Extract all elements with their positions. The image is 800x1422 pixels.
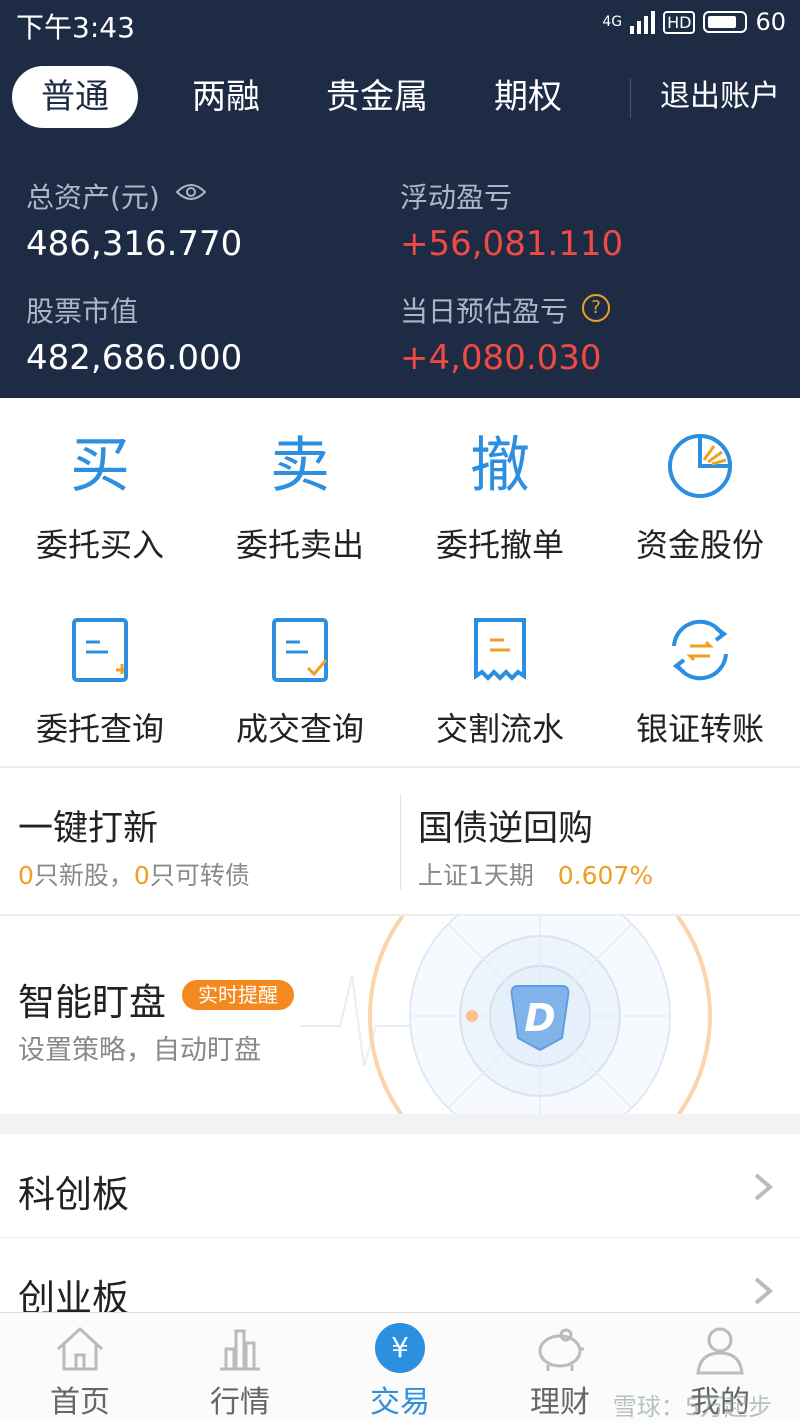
receipt-icon bbox=[474, 618, 526, 681]
battery-icon bbox=[703, 11, 748, 33]
transfer-icon bbox=[672, 619, 728, 681]
chevron-right-icon bbox=[754, 1173, 774, 1201]
nav-market[interactable]: 行情 bbox=[160, 1313, 320, 1422]
cancel-order-label: 委托撤单 bbox=[435, 526, 564, 564]
buy-entry[interactable]: 买 委托买入 bbox=[0, 398, 200, 582]
eye-icon[interactable] bbox=[176, 182, 206, 202]
funds-holdings-entry[interactable]: 资金股份 bbox=[600, 398, 800, 582]
pie-chart-icon bbox=[668, 433, 733, 498]
piggy-bank-icon bbox=[538, 1328, 584, 1371]
nav-trade-label: 交易 bbox=[370, 1385, 430, 1420]
floating-pl-value: +56,081.110 bbox=[400, 224, 624, 264]
sell-entry[interactable]: 卖 委托卖出 bbox=[200, 398, 400, 582]
signal-icon bbox=[630, 10, 656, 34]
order-query-label: 委托查询 bbox=[35, 710, 164, 748]
star-market-row[interactable]: 科创板 bbox=[0, 1134, 800, 1238]
status-bar: 下午3:43 4G HD 60 bbox=[0, 0, 800, 46]
reverse-repo-card[interactable]: 国债逆回购 上证1天期 0.607% bbox=[400, 768, 800, 916]
stock-value-value: 482,686.000 bbox=[26, 338, 243, 378]
nav-market-label: 行情 bbox=[210, 1385, 270, 1420]
buy-icon: 买 bbox=[70, 431, 130, 501]
account-type-tabs: 普通 两融 贵金属 期权 退出账户 bbox=[0, 66, 800, 128]
deal-query-entry[interactable]: 成交查询 bbox=[200, 582, 400, 766]
quick-links: 一键打新 0只新股，0只可转债 国债逆回购 上证1天期 0.607% bbox=[0, 767, 800, 915]
user-icon bbox=[696, 1327, 744, 1375]
funds-holdings-label: 资金股份 bbox=[635, 526, 764, 564]
order-query-icon bbox=[72, 618, 128, 682]
radar-illustration: D bbox=[300, 916, 712, 1114]
account-header: 下午3:43 4G HD 60 普通 两融 贵金属 期权 退出账户 总资产(元)… bbox=[0, 0, 800, 398]
cancel-icon: 撤 bbox=[470, 431, 530, 501]
floating-pl-label: 浮动盈亏 bbox=[400, 181, 513, 214]
status-icons: 4G HD 60 bbox=[602, 8, 786, 36]
buy-label: 委托买入 bbox=[35, 526, 164, 564]
star-market-label: 科创板 bbox=[18, 1173, 129, 1216]
tab-options[interactable]: 期权 bbox=[466, 66, 590, 128]
chevron-right-icon bbox=[754, 1277, 774, 1305]
total-assets-value: 486,316.770 bbox=[26, 224, 243, 264]
trade-icon: ¥ bbox=[375, 1323, 425, 1373]
settlement-entry[interactable]: 交割流水 bbox=[400, 582, 600, 766]
order-query-entry[interactable]: 委托查询 bbox=[0, 582, 200, 766]
ipo-subtitle: 0只新股，0只可转债 bbox=[18, 861, 250, 890]
realtime-alert-badge: 实时提醒 bbox=[182, 980, 294, 1010]
bank-transfer-label: 银证转账 bbox=[635, 710, 764, 748]
nav-home[interactable]: 首页 bbox=[0, 1313, 160, 1422]
banner-logo-letter: D bbox=[524, 996, 556, 1040]
cancel-order-entry[interactable]: 撤 委托撤单 bbox=[400, 398, 600, 582]
tab-margin[interactable]: 两融 bbox=[166, 66, 286, 128]
nav-home-label: 首页 bbox=[50, 1385, 110, 1420]
bottom-nav: 首页 行情 ¥ 交易 理财 我的 雪球：5万起步 bbox=[0, 1312, 800, 1422]
total-assets-label: 总资产(元) bbox=[26, 181, 160, 214]
deal-query-label: 成交查询 bbox=[235, 710, 364, 748]
tab-precious-metals[interactable]: 贵金属 bbox=[312, 66, 442, 128]
ipo-subscribe-card[interactable]: 一键打新 0只新股，0只可转债 bbox=[0, 768, 400, 916]
nav-trade[interactable]: ¥ 交易 bbox=[320, 1313, 480, 1422]
battery-level: 60 bbox=[755, 8, 786, 36]
banner-title: 智能盯盘 bbox=[18, 981, 166, 1024]
watermark: 雪球：5万起步 bbox=[612, 1393, 772, 1421]
repo-title: 国债逆回购 bbox=[418, 809, 594, 849]
help-icon[interactable]: ? bbox=[582, 294, 610, 322]
stock-value-label: 股票市值 bbox=[26, 295, 139, 328]
bank-transfer-entry[interactable]: 银证转账 bbox=[600, 582, 800, 766]
daily-pl-value: +4,080.030 bbox=[400, 338, 602, 378]
logout-button[interactable]: 退出账户 bbox=[660, 66, 780, 128]
settlement-label: 交割流水 bbox=[435, 710, 564, 748]
hd-icon: HD bbox=[663, 10, 696, 34]
home-icon bbox=[56, 1326, 104, 1371]
tab-divider bbox=[630, 78, 631, 118]
sell-icon: 卖 bbox=[270, 431, 330, 501]
smart-monitor-banner[interactable]: D 智能盯盘 实时提醒 设置策略，自动盯盘 bbox=[0, 916, 800, 1114]
ipo-title: 一键打新 bbox=[18, 809, 159, 849]
market-icon bbox=[220, 1329, 260, 1371]
repo-subtitle: 上证1天期 0.607% bbox=[418, 861, 654, 890]
banner-subtitle: 设置策略，自动盯盘 bbox=[18, 1035, 261, 1066]
status-time: 下午3:43 bbox=[16, 11, 135, 44]
sell-label: 委托卖出 bbox=[235, 526, 364, 564]
network-type: 4G bbox=[602, 14, 623, 30]
function-grid: 买 委托买入 卖 委托卖出 撤 委托撤单 资金股份 委托查询 成交查询 交割流水… bbox=[0, 398, 800, 766]
daily-pl-label: 当日预估盈亏 bbox=[400, 295, 569, 328]
deal-query-icon bbox=[272, 618, 328, 682]
tab-normal[interactable]: 普通 bbox=[12, 66, 138, 128]
